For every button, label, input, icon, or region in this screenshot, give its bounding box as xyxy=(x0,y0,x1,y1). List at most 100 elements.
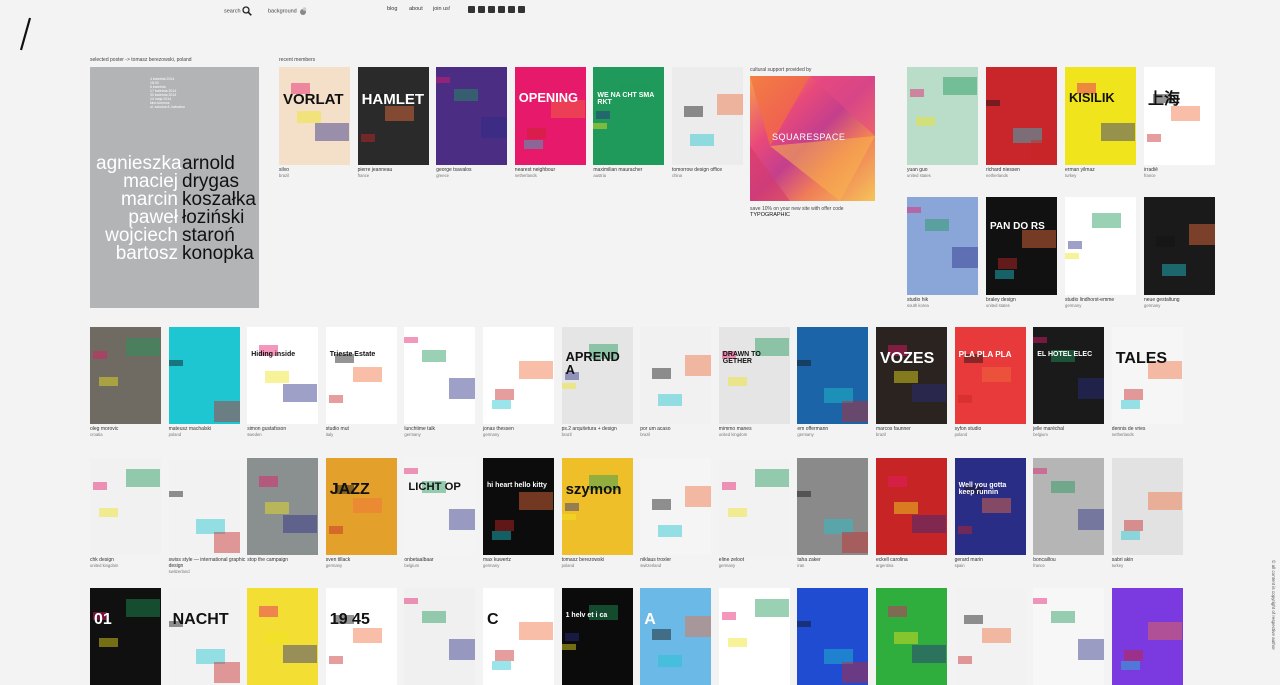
poster-side-0[interactable] xyxy=(907,67,978,165)
poster-row3-2[interactable] xyxy=(247,588,319,685)
poster-row2-9[interactable] xyxy=(797,458,869,555)
poster-row1-4[interactable] xyxy=(404,327,476,424)
nav-blog[interactable]: blog xyxy=(387,6,397,12)
poster-caption[interactable]: sabri akin turkey xyxy=(1112,557,1133,569)
poster-caption[interactable]: max kuwertz germany xyxy=(483,557,511,569)
poster-row1-10[interactable]: VOZES xyxy=(876,327,947,424)
poster-row1-6[interactable]: APRENDA xyxy=(561,327,633,424)
poster-row2-11[interactable]: Well you gotta keep runnin xyxy=(954,458,1026,555)
poster-row2-5[interactable]: hi heart hello kitty xyxy=(483,458,554,555)
poster-recent-3[interactable]: OPENING xyxy=(514,67,586,165)
poster-row1-8[interactable]: DRAWN TO GETHER xyxy=(718,327,790,424)
poster-caption[interactable]: pierre jeanneau france xyxy=(358,167,393,179)
poster-caption[interactable]: sven tillack germany xyxy=(326,557,350,569)
poster-side-1[interactable] xyxy=(986,67,1057,165)
poster-row2-6[interactable]: szymon xyxy=(561,458,633,555)
poster-caption[interactable]: silvo brazil xyxy=(279,167,289,179)
poster-caption[interactable]: jelle maréchal belgium xyxy=(1033,426,1064,438)
poster-caption[interactable]: simon gustafsson sweden xyxy=(247,426,286,438)
poster-row1-7[interactable] xyxy=(640,327,712,424)
nav-blog-link[interactable]: blog xyxy=(387,6,397,12)
facebook-icon[interactable] xyxy=(468,6,475,13)
poster-recent-2[interactable] xyxy=(436,67,508,165)
poster-caption[interactable]: studio mut italy xyxy=(326,426,349,438)
nav-about[interactable]: about xyxy=(409,6,423,12)
poster-caption[interactable]: dennis de vries netherlands xyxy=(1112,426,1146,438)
rss-icon[interactable] xyxy=(518,6,525,13)
search-control[interactable]: search xyxy=(224,6,252,16)
poster-row2-8[interactable] xyxy=(718,458,790,555)
poster-caption[interactable]: marcos faunner brazil xyxy=(876,426,911,438)
poster-row1-3[interactable]: Trieste Estate xyxy=(325,327,397,424)
poster-row2-4[interactable]: LICHT OP xyxy=(404,458,476,555)
poster-row1-9[interactable] xyxy=(797,327,869,424)
squarespace-ad[interactable]: SQUARESPACE xyxy=(750,76,875,201)
poster-row1-2[interactable]: Hiding inside xyxy=(247,327,319,424)
poster-row2-3[interactable]: JAZZ xyxy=(325,458,397,555)
poster-caption[interactable]: studio lindhorst-emme germany xyxy=(1065,297,1114,309)
poster-row1-1[interactable] xyxy=(168,327,240,424)
background-swatch-icon[interactable] xyxy=(298,7,308,15)
poster-caption[interactable]: niklaus troxler switzerland xyxy=(640,557,671,569)
poster-caption[interactable]: chk design united kingdom xyxy=(90,557,118,569)
poster-caption[interactable]: por um acaso brazil xyxy=(640,426,670,438)
poster-row1-0[interactable] xyxy=(90,327,161,424)
poster-caption[interactable]: neue gestaltung germany xyxy=(1144,297,1180,309)
poster-side-6[interactable] xyxy=(1065,197,1136,295)
author-name[interactable]: stop the campaign xyxy=(247,557,288,563)
poster-caption[interactable]: braley design united states xyxy=(986,297,1016,309)
poster-recent-4[interactable]: WE NA CHT SMA RKT xyxy=(593,67,665,165)
poster-side-4[interactable] xyxy=(907,197,978,295)
poster-row1-5[interactable] xyxy=(483,327,554,424)
nav-join[interactable]: join us! xyxy=(433,6,450,12)
poster-caption[interactable]: oleg morovic croatia xyxy=(90,426,118,438)
poster-caption[interactable]: em offermann germany xyxy=(797,426,828,438)
poster-caption[interactable]: irradiē france xyxy=(1144,167,1158,179)
poster-caption[interactable]: tomasz berezowski poland xyxy=(562,557,605,569)
poster-side-3[interactable]: 上海 xyxy=(1144,67,1215,165)
poster-row3-11[interactable] xyxy=(954,588,1026,685)
nav-about-link[interactable]: about xyxy=(409,6,423,12)
poster-caption[interactable]: boncaillou france xyxy=(1033,557,1056,569)
poster-recent-0[interactable]: VORLAT xyxy=(279,67,350,165)
poster-caption[interactable]: eline zeloot germany xyxy=(719,557,744,569)
poster-caption[interactable]: lunchtime talk germany xyxy=(404,426,435,438)
poster-row1-12[interactable]: EL HOTEL ELEC xyxy=(1033,327,1105,424)
poster-caption[interactable]: erman yilmaz turkey xyxy=(1065,167,1095,179)
poster-row3-6[interactable]: 1 helv et i ca xyxy=(561,588,633,685)
poster-row3-0[interactable]: 01 xyxy=(90,588,161,685)
poster-caption[interactable]: ps.2 arquitetura + design brazil xyxy=(562,426,617,438)
poster-row3-13[interactable] xyxy=(1111,588,1183,685)
poster-caption[interactable]: george tsavalos greece xyxy=(436,167,471,179)
poster-side-2[interactable]: KISILIK xyxy=(1065,67,1136,165)
poster-row3-12[interactable] xyxy=(1033,588,1105,685)
poster-row2-1[interactable] xyxy=(168,458,240,555)
poster-row3-10[interactable] xyxy=(876,588,947,685)
poster-row2-10[interactable] xyxy=(876,458,947,555)
poster-row3-4[interactable] xyxy=(404,588,476,685)
poster-row3-3[interactable]: 19 45 xyxy=(325,588,397,685)
twitter-icon[interactable] xyxy=(498,6,505,13)
nav-join-link[interactable]: join us! xyxy=(433,6,450,12)
poster-caption[interactable]: mimmo manes united kingdom xyxy=(719,426,752,438)
poster-row1-13[interactable]: TALES xyxy=(1111,327,1183,424)
poster-caption[interactable]: maximilian mauracher austria xyxy=(593,167,642,179)
poster-caption[interactable]: mateusz machalski poland xyxy=(169,426,212,438)
poster-caption[interactable]: tomorrow design office china xyxy=(672,167,722,179)
poster-row2-0[interactable] xyxy=(90,458,161,555)
poster-row2-13[interactable] xyxy=(1111,458,1183,555)
poster-side-5[interactable]: PAN DO RS xyxy=(986,197,1057,295)
tumblr-icon[interactable] xyxy=(488,6,495,13)
poster-row2-2[interactable] xyxy=(247,458,319,555)
poster-row3-8[interactable] xyxy=(718,588,790,685)
email-icon[interactable] xyxy=(508,6,515,13)
poster-caption[interactable]: taha zaker iran xyxy=(797,557,820,569)
googleplus-icon[interactable] xyxy=(478,6,485,13)
poster-row3-1[interactable]: NACHT xyxy=(168,588,240,685)
poster-caption[interactable]: swiss style — international graphic desi… xyxy=(169,557,246,575)
poster-caption[interactable]: nearest neighbour netherlands xyxy=(515,167,555,179)
poster-caption[interactable]: syfon studio poland xyxy=(955,426,982,438)
poster-caption[interactable]: yuan guo united states xyxy=(907,167,931,179)
poster-recent-5[interactable] xyxy=(672,67,743,165)
search-icon[interactable] xyxy=(242,6,252,16)
